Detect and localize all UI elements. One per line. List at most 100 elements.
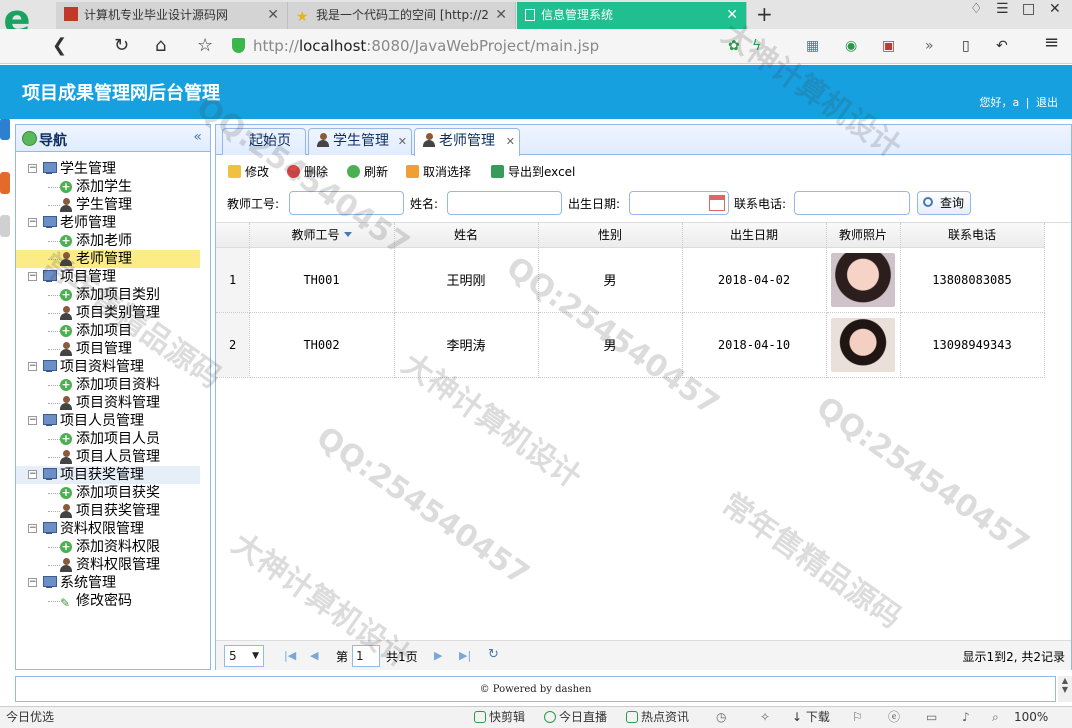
search-button[interactable]: 查询 [917, 191, 971, 215]
collapse-toggle-icon[interactable]: − [28, 362, 37, 371]
settings-menu-icon[interactable]: ≡ [1044, 34, 1059, 52]
close-icon[interactable]: ✕ [495, 2, 507, 29]
adblock-icon[interactable]: ▣ [882, 37, 895, 55]
sidebar-item[interactable]: 学生管理 [16, 196, 210, 214]
scrollbar[interactable]: ▲ ▼ [1058, 676, 1072, 702]
status-item[interactable]: 热点资讯 [626, 707, 689, 728]
sidebar-item[interactable]: 项目管理 [16, 340, 210, 358]
calendar-icon[interactable] [709, 195, 725, 211]
page-number-input[interactable]: 1 [352, 645, 380, 667]
sidebar-item[interactable]: 资料权限管理 [16, 556, 210, 574]
next-page-icon[interactable]: ▶ [434, 649, 442, 662]
sidebar-item[interactable]: + 添加项目类别 [16, 286, 210, 304]
delete-button[interactable]: 删除 [287, 163, 328, 180]
close-window-icon[interactable]: ✕ [1049, 0, 1061, 18]
zoom-icon[interactable]: ⌕ [992, 707, 999, 728]
collapse-toggle-icon[interactable]: − [28, 578, 37, 587]
collapse-toggle-icon[interactable]: − [28, 416, 37, 425]
phone-input[interactable] [794, 191, 910, 215]
table-row[interactable]: 2 TH002 李明涛 男 2018-04-10 13098949343 [216, 312, 1045, 378]
sound-icon[interactable]: ♪ [962, 707, 970, 728]
refresh-icon[interactable]: ↻ [488, 647, 499, 662]
teacher-no-input[interactable] [289, 191, 404, 215]
name-input[interactable] [447, 191, 562, 215]
side-tool-icon[interactable] [0, 118, 10, 140]
sidebar-item[interactable]: + 添加资料权限 [16, 538, 210, 556]
menu-icon[interactable]: ☰ [996, 0, 1009, 18]
sidebar-item[interactable]: 项目获奖管理 [16, 502, 210, 520]
collapse-toggle-icon[interactable]: − [28, 470, 37, 479]
sidebar-group[interactable]: − 项目人员管理 [16, 412, 210, 430]
column-header[interactable]: 姓名 [394, 223, 539, 248]
sidebar-group[interactable]: − 项目资料管理 [16, 358, 210, 376]
table-row[interactable]: 1 TH001 王明刚 男 2018-04-02 13808083085 [216, 247, 1045, 313]
status-item[interactable]: 今日直播 [544, 707, 607, 728]
sidebar-group[interactable]: − 项目获奖管理 [16, 466, 200, 484]
first-page-icon[interactable]: |◀ [284, 649, 296, 662]
more-icon[interactable]: » [925, 37, 934, 55]
sidebar-group[interactable]: − 老师管理 [16, 214, 210, 232]
page-size-select[interactable]: 5 ▼ [224, 645, 264, 667]
close-icon[interactable]: ✕ [506, 129, 515, 154]
new-tab-button[interactable]: + [756, 2, 773, 26]
collapse-icon[interactable]: « [193, 129, 202, 145]
home-icon[interactable]: ⌂ [155, 35, 166, 57]
window-icon[interactable]: ▭ [926, 707, 937, 728]
sidebar-item[interactable]: ✎ 修改密码 [16, 592, 210, 610]
export-excel-button[interactable]: 导出到excel [491, 163, 575, 180]
browser-tab-1[interactable]: 计算机专业毕业设计源码网 ✕ [56, 2, 288, 29]
tab-teacher-management[interactable]: 老师管理 ✕ [414, 128, 520, 156]
collapse-toggle-icon[interactable]: − [28, 272, 37, 281]
flag-status-icon[interactable]: ⚐ [852, 707, 863, 728]
birth-date-input[interactable] [629, 191, 729, 215]
sidebar-item[interactable]: + 添加项目资料 [16, 376, 210, 394]
close-icon[interactable]: ✕ [398, 129, 407, 154]
refresh-button[interactable]: 刷新 [347, 163, 388, 180]
close-icon[interactable]: ✕ [267, 2, 279, 29]
maximize-icon[interactable]: □ [1022, 0, 1035, 18]
collapse-toggle-icon[interactable]: − [28, 524, 37, 533]
status-item[interactable]: 快剪辑 [474, 707, 525, 728]
column-header[interactable]: 联系电话 [900, 223, 1045, 248]
prev-page-icon[interactable]: ◀ [310, 649, 318, 662]
sidebar-group[interactable]: − 系统管理 [16, 574, 210, 592]
bookmark-star-icon[interactable]: ☆ [197, 35, 213, 57]
download-button[interactable]: ↓ 下载 [792, 707, 830, 728]
sidebar-group[interactable]: − 项目管理 [16, 268, 210, 286]
undo-icon[interactable]: ↶ [996, 37, 1008, 55]
column-header[interactable]: 性别 [538, 223, 683, 248]
apps-icon[interactable]: ▦ [806, 37, 819, 55]
last-page-icon[interactable]: ▶| [459, 649, 471, 662]
sidebar-item[interactable]: 项目类别管理 [16, 304, 210, 322]
browser-status-icon[interactable]: ⓔ [888, 707, 900, 728]
column-header[interactable]: 教师工号 [249, 223, 395, 248]
sidebar-item[interactable]: + 添加项目人员 [16, 430, 210, 448]
side-tool-icon[interactable] [0, 172, 10, 194]
bookmarks-icon[interactable]: ▯ [962, 37, 970, 55]
sidebar-item[interactable]: 项目资料管理 [16, 394, 210, 412]
browser-tab-3[interactable]: 信息管理系统 ✕ [517, 2, 747, 29]
sidebar-item[interactable]: + 添加项目 [16, 322, 210, 340]
tools-icon[interactable]: ✧ [760, 707, 770, 728]
close-icon[interactable]: ✕ [726, 2, 738, 29]
url-input[interactable]: http://localhost:8080/JavaWebProject/mai… [232, 35, 720, 58]
zoom-level[interactable]: 100% [1014, 707, 1048, 728]
logout-link[interactable]: 退出 [1036, 96, 1058, 109]
collapse-toggle-icon[interactable]: − [28, 164, 37, 173]
column-header[interactable]: 教师照片 [826, 223, 901, 248]
sidebar-group[interactable]: − 资料权限管理 [16, 520, 210, 538]
sidebar-item[interactable]: 项目人员管理 [16, 448, 210, 466]
sidebar-item[interactable]: 老师管理 [16, 250, 200, 268]
reload-icon[interactable]: ↻ [114, 35, 129, 57]
back-icon[interactable]: ❮ [52, 35, 67, 57]
sidebar-item[interactable]: + 添加学生 [16, 178, 210, 196]
column-header[interactable]: 出生日期 [682, 223, 827, 248]
lightning-icon[interactable]: ϟ [752, 37, 761, 55]
collapse-toggle-icon[interactable]: − [28, 218, 37, 227]
unselect-button[interactable]: 取消选择 [406, 163, 471, 180]
browser-tab-2[interactable]: ★ 我是一个代码工的空间 [http://2 ✕ [288, 2, 516, 29]
sidebar-item[interactable]: + 添加项目获奖 [16, 484, 210, 502]
history-icon[interactable]: ◷ [716, 707, 726, 728]
tab-home[interactable]: 起始页 [222, 128, 306, 155]
extension-icon[interactable]: ✿ [728, 37, 740, 55]
